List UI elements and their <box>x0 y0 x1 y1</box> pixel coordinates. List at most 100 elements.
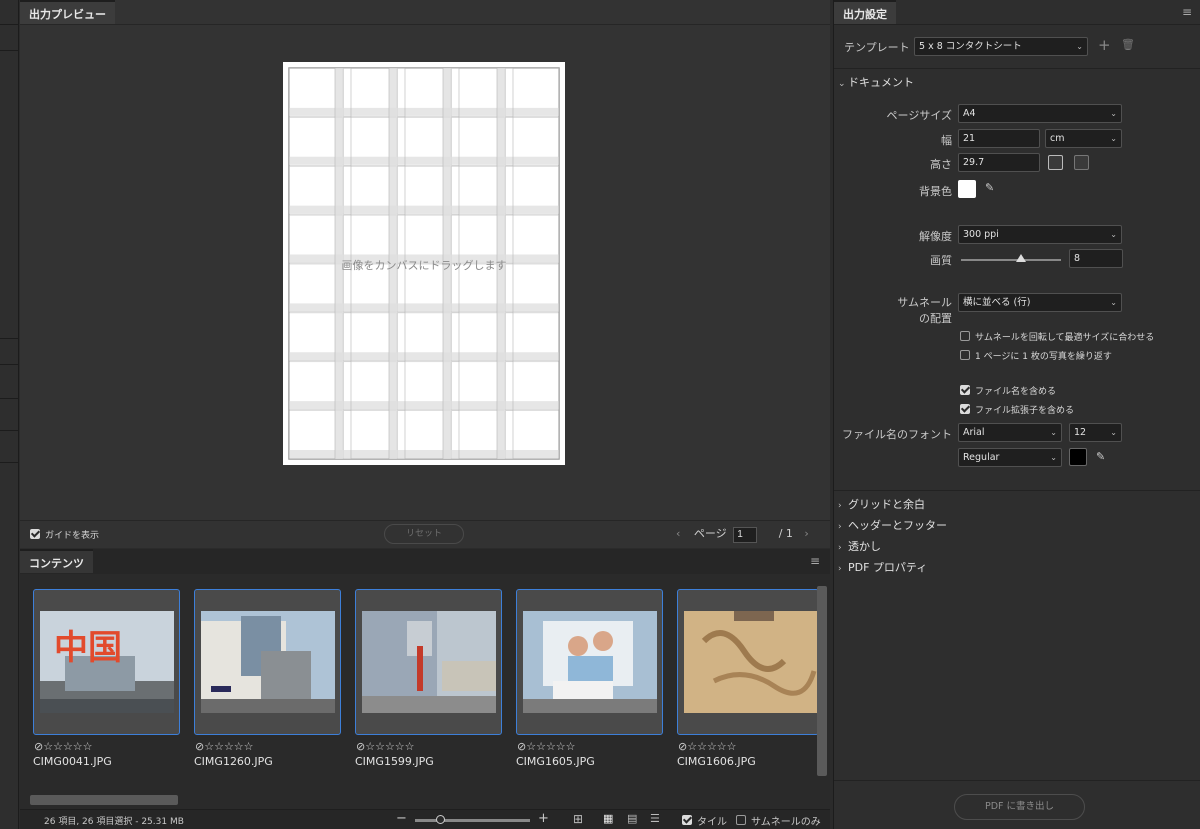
caption-band <box>505 107 559 116</box>
font-select[interactable]: Arial ⌄ <box>958 423 1062 442</box>
left-panel-strip <box>0 0 19 829</box>
thumbnail-layout-select[interactable]: 横に並べる (行) ⌄ <box>958 293 1122 312</box>
thumbnail-image <box>362 611 496 713</box>
caption-band <box>397 107 451 116</box>
rating-stars[interactable]: ⊘☆☆☆☆☆ <box>678 740 737 753</box>
font-color-swatch[interactable] <box>1069 448 1087 466</box>
reject-icon[interactable]: ⊘ <box>356 740 365 753</box>
output-settings-panel: 出力設定 ≡ テンプレート 5 x 8 コンタクトシート ⌄ + 🗑 ⌄ ドキュメン… <box>833 0 1200 829</box>
resolution-select[interactable]: 300 ppi ⌄ <box>958 225 1122 244</box>
section-header-footer[interactable]: › ヘッダーとフッター <box>838 517 947 533</box>
tile-view-icon[interactable]: ▦ <box>603 812 613 825</box>
vertical-scrollbar[interactable] <box>817 586 827 776</box>
selection-status: 26 項目, 26 項目選択 - 25.31 MB <box>44 817 184 827</box>
thumbnail-card[interactable]: 中国 <box>33 589 180 735</box>
include-filename-label: ファイル名を含める <box>975 387 1057 397</box>
rotate-thumbnails-checkbox[interactable] <box>960 331 970 341</box>
tab-output-settings[interactable]: 出力設定 <box>834 0 896 24</box>
caption-band <box>505 156 559 165</box>
caption-band <box>289 352 343 361</box>
rating-stars[interactable]: ⊘☆☆☆☆☆ <box>517 740 576 753</box>
include-filename-checkbox[interactable] <box>960 385 970 395</box>
section-grid-margins[interactable]: › グリッドと余白 <box>838 496 925 512</box>
export-pdf-button[interactable]: PDF に書き出し <box>954 794 1085 820</box>
zoom-slider[interactable] <box>415 819 530 822</box>
thumbnail-only-label: サムネールのみ <box>751 817 821 828</box>
settings-menu-icon[interactable]: ≡ <box>1182 5 1192 19</box>
horizontal-scrollbar[interactable] <box>30 795 178 805</box>
caption-band <box>343 303 397 312</box>
font-size-select[interactable]: 12 ⌄ <box>1069 423 1122 442</box>
caption-band <box>289 401 343 410</box>
reject-icon[interactable]: ⊘ <box>195 740 204 753</box>
section-watermark[interactable]: › 透かし <box>838 538 881 554</box>
tile-checkbox[interactable] <box>682 815 692 825</box>
grid-view-icon[interactable]: ⊞ <box>573 812 583 826</box>
reject-icon[interactable]: ⊘ <box>34 740 43 753</box>
reset-button[interactable]: リセット <box>384 524 464 544</box>
include-extension-checkbox[interactable] <box>960 404 970 414</box>
drop-hint: 画像をカンバスにドラッグします <box>341 259 507 272</box>
reject-icon[interactable]: ⊘ <box>678 740 687 753</box>
page-size-select[interactable]: A4 ⌄ <box>958 104 1122 123</box>
caption-band <box>289 107 343 116</box>
pager: ‹ ページ / 1 › <box>676 525 809 543</box>
eyedropper-icon[interactable]: ✎ <box>985 181 994 194</box>
portrait-icon[interactable] <box>1048 155 1063 170</box>
thumbnail-only-checkbox[interactable] <box>736 815 746 825</box>
background-color-swatch[interactable] <box>958 180 976 198</box>
caption-band <box>451 352 505 361</box>
rating-stars[interactable]: ⊘☆☆☆☆☆ <box>356 740 415 753</box>
detail-view-icon[interactable]: ▤ <box>627 812 637 825</box>
section-pdf-properties[interactable]: › PDF プロパティ <box>838 559 927 575</box>
rating-stars[interactable]: ⊘☆☆☆☆☆ <box>34 740 93 753</box>
content-menu-icon[interactable]: ≡ <box>810 554 820 568</box>
repeat-photo-checkbox[interactable] <box>960 350 970 360</box>
thumbnail-card[interactable] <box>194 589 341 735</box>
thumbnail-layout-label: サムネール <box>897 296 952 309</box>
add-template-icon[interactable]: + <box>1098 36 1111 54</box>
file-name: CIMG1606.JPG <box>677 755 756 768</box>
height-input[interactable]: 29.7 <box>958 153 1040 172</box>
quality-input[interactable]: 8 <box>1069 249 1123 268</box>
page-label: ページ <box>693 527 727 540</box>
show-guides-label: ガイドを表示 <box>45 531 100 541</box>
tab-output-preview[interactable]: 出力プレビュー <box>20 0 115 24</box>
quality-slider[interactable] <box>961 259 1061 261</box>
list-view-icon[interactable]: ☰ <box>650 812 660 825</box>
delete-template-icon[interactable]: 🗑 <box>1121 38 1135 51</box>
zoom-in-icon[interactable]: + <box>538 811 549 826</box>
template-select[interactable]: 5 x 8 コンタクトシート ⌄ <box>914 37 1088 56</box>
thumbnail-image: 中国 <box>40 611 174 713</box>
thumbnail-card[interactable] <box>355 589 502 735</box>
resolution-label: 解像度 <box>919 230 952 243</box>
preview-footer: ガイドを表示 リセット ‹ ページ / 1 › <box>20 520 830 548</box>
caption-band <box>397 450 451 458</box>
font-eyedropper-icon[interactable]: ✎ <box>1096 450 1105 463</box>
thumbnail-card[interactable] <box>516 589 663 735</box>
width-input[interactable]: 21 <box>958 129 1040 148</box>
landscape-icon[interactable] <box>1074 155 1089 170</box>
chevron-right-icon: › <box>838 501 842 511</box>
chevron-right-icon: › <box>838 522 842 532</box>
quality-label: 画質 <box>930 254 952 267</box>
zoom-slider-handle[interactable] <box>436 815 445 824</box>
section-document[interactable]: ⌄ ドキュメント <box>838 74 914 90</box>
prev-page-icon[interactable]: ‹ <box>676 527 680 540</box>
tab-contents[interactable]: コンテンツ <box>20 549 93 573</box>
page-total: / 1 <box>778 527 793 540</box>
rating-stars[interactable]: ⊘☆☆☆☆☆ <box>195 740 254 753</box>
unit-select[interactable]: cm ⌄ <box>1045 129 1122 148</box>
thumbnail-card[interactable] <box>677 589 819 735</box>
zoom-out-icon[interactable]: − <box>396 811 407 826</box>
caption-band <box>505 205 559 214</box>
next-page-icon[interactable]: › <box>804 527 808 540</box>
chevron-down-icon: ⌄ <box>838 79 846 89</box>
show-guides-checkbox[interactable] <box>30 529 40 539</box>
quality-slider-handle[interactable] <box>1016 254 1026 262</box>
page-number-input[interactable] <box>733 526 758 543</box>
font-style-select[interactable]: Regular ⌄ <box>958 448 1062 467</box>
reject-icon[interactable]: ⊘ <box>517 740 526 753</box>
height-label: 高さ <box>930 158 952 171</box>
preview-page[interactable]: 画像をカンバスにドラッグします <box>283 62 565 465</box>
